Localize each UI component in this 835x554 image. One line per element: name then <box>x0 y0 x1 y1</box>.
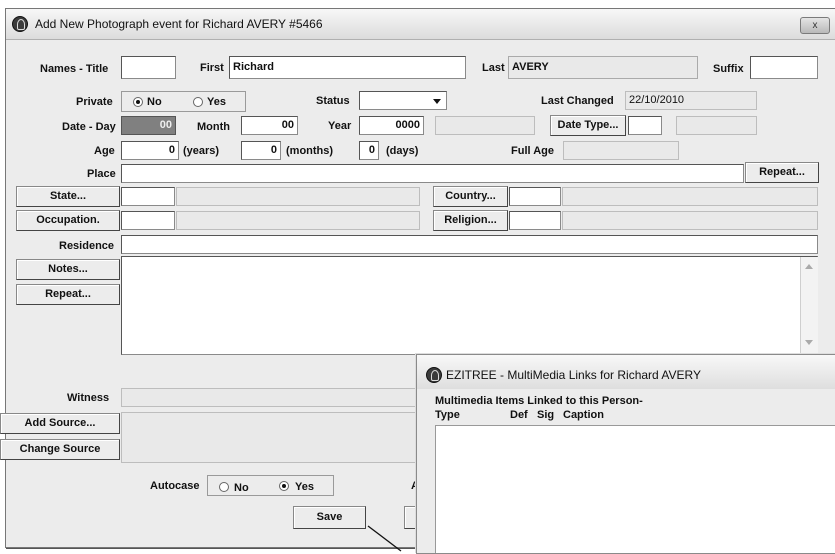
add-source-label: Add Source... <box>24 417 96 429</box>
place-repeat-button[interactable]: Repeat... <box>745 162 819 183</box>
autocase-no-radio[interactable] <box>219 482 229 492</box>
residence-field[interactable] <box>121 235 818 254</box>
private-yes-label: Yes <box>207 96 226 108</box>
date-type-code-field[interactable] <box>628 116 662 135</box>
days-unit-label: (days) <box>386 145 419 157</box>
residence-label: Residence <box>59 240 115 252</box>
close-button[interactable]: x <box>800 17 830 34</box>
witness-field[interactable] <box>121 388 421 407</box>
add-source-button[interactable]: Add Source... <box>0 413 120 434</box>
occupation-button-label: Occupation. <box>36 214 100 226</box>
place-repeat-label: Repeat... <box>759 166 805 178</box>
status-label: Status <box>316 95 350 107</box>
notes-scrollbar[interactable] <box>800 257 818 354</box>
years-unit-label: (years) <box>183 145 220 157</box>
window-title: Add New Photograph event for Richard AVE… <box>35 17 323 31</box>
ezitree-logo-icon <box>426 367 442 383</box>
multimedia-body: Multimedia Items Linked to this Person- … <box>417 389 835 553</box>
first-name-field[interactable]: Richard <box>229 56 466 79</box>
suffix-label: Suffix <box>713 63 744 75</box>
month-label: Month <box>197 121 230 133</box>
occupation-name-field <box>176 211 420 230</box>
last-changed-label: Last Changed <box>541 95 614 107</box>
occupation-button[interactable]: Occupation. <box>16 210 120 231</box>
last-name-field[interactable]: AVERY <box>508 56 698 79</box>
months-unit-label: (months) <box>286 145 334 157</box>
change-source-label: Change Source <box>19 443 101 455</box>
state-button[interactable]: State... <box>16 186 120 207</box>
source-list[interactable] <box>121 412 421 463</box>
country-button-label: Country... <box>445 190 496 202</box>
suffix-field[interactable] <box>750 56 818 79</box>
state-name-field <box>176 187 420 206</box>
place-field[interactable] <box>121 164 744 183</box>
column-type: Type <box>435 409 460 421</box>
first-label: First <box>200 62 224 74</box>
autocase-label: Autocase <box>150 480 200 492</box>
religion-code-field[interactable] <box>509 211 561 230</box>
scroll-down-icon[interactable] <box>805 340 813 345</box>
year-field[interactable]: 0000 <box>359 116 424 135</box>
private-yes-radio[interactable] <box>193 97 203 107</box>
save-button[interactable]: Save <box>293 506 366 529</box>
place-label: Place <box>87 168 116 180</box>
multimedia-heading: Multimedia Items Linked to this Person- <box>435 395 643 407</box>
scroll-up-icon[interactable] <box>805 264 813 269</box>
multimedia-window-title: EZITREE - MultiMedia Links for Richard A… <box>446 368 701 382</box>
multimedia-title-bar: EZITREE - MultiMedia Links for Richard A… <box>417 355 835 389</box>
autocase-yes-label: Yes <box>295 481 314 493</box>
last-changed-field: 22/10/2010 <box>625 91 757 110</box>
last-label: Last <box>482 62 505 74</box>
save-button-label: Save <box>316 511 343 523</box>
date-display-field <box>435 116 535 135</box>
pointer-line <box>367 525 402 552</box>
religion-button[interactable]: Religion... <box>433 210 508 231</box>
title-bar: Add New Photograph event for Richard AVE… <box>6 9 835 40</box>
autocase-yes-radio[interactable] <box>279 481 289 491</box>
year-label: Year <box>328 120 352 132</box>
day-field[interactable]: 00 <box>121 116 176 135</box>
column-caption: Caption <box>563 409 604 421</box>
names-title-label: Names - Title <box>40 63 109 75</box>
age-label: Age <box>94 145 115 157</box>
change-source-button[interactable]: Change Source <box>0 439 120 460</box>
app-logo-icon <box>12 16 28 32</box>
autocase-no-label: No <box>234 482 249 494</box>
country-name-field <box>562 187 818 206</box>
month-field[interactable]: 00 <box>241 116 298 135</box>
notes-button-label: Notes... <box>48 263 88 275</box>
multimedia-list[interactable] <box>435 425 835 553</box>
state-button-label: State... <box>49 190 87 202</box>
private-no-radio[interactable] <box>133 97 143 107</box>
full-age-field <box>563 141 679 160</box>
country-code-field[interactable] <box>509 187 561 206</box>
chevron-down-icon[interactable] <box>433 99 441 104</box>
full-age-label: Full Age <box>511 145 554 157</box>
notes-repeat-label: Repeat... <box>45 288 91 300</box>
notes-textarea[interactable] <box>121 256 818 355</box>
occupation-code-field[interactable] <box>121 211 175 230</box>
private-no-label: No <box>147 96 162 108</box>
date-type-desc-field <box>676 116 757 135</box>
private-label: Private <box>76 96 113 108</box>
title-field[interactable] <box>121 56 176 79</box>
column-sig: Sig <box>537 409 555 421</box>
religion-name-field <box>562 211 818 230</box>
state-code-field[interactable] <box>121 187 175 206</box>
date-type-button[interactable]: Date Type... <box>550 115 626 136</box>
multimedia-window: EZITREE - MultiMedia Links for Richard A… <box>416 354 835 554</box>
notes-button[interactable]: Notes... <box>16 259 120 280</box>
religion-button-label: Religion... <box>444 214 497 226</box>
age-months-field[interactable]: 0 <box>241 141 281 160</box>
age-years-field[interactable]: 0 <box>121 141 179 160</box>
date-type-button-label: Date Type... <box>557 119 619 131</box>
country-button[interactable]: Country... <box>433 186 508 207</box>
notes-repeat-button[interactable]: Repeat... <box>16 284 120 305</box>
age-days-field[interactable]: 0 <box>359 141 379 160</box>
date-day-label: Date - Day <box>62 121 116 133</box>
witness-label: Witness <box>67 392 110 404</box>
column-def: Def <box>510 409 528 421</box>
